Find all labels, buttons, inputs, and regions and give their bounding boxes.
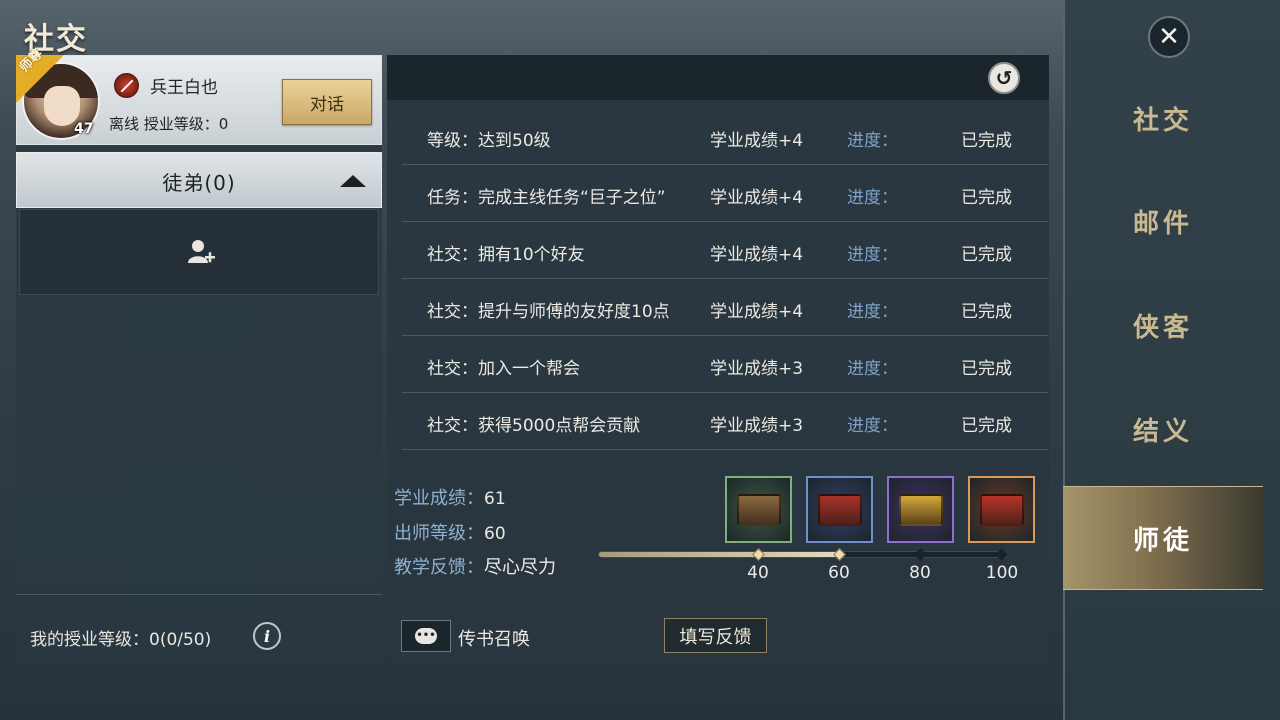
main-header xyxy=(387,55,1049,100)
reward-chest-60[interactable] xyxy=(806,476,873,543)
task-row: 任务：完成主线任务“巨子之位” 学业成绩+4 进度： 已完成 xyxy=(402,165,1048,222)
talk-button[interactable]: 对话 xyxy=(282,79,372,125)
task-list: 等级：达到50级 学业成绩+4 进度： 已完成 任务：完成主线任务“巨子之位” … xyxy=(402,108,1048,450)
disciple-title: 徒弟(0) xyxy=(162,171,236,195)
my-teaching-level: 我的授业等级：0(0/50) xyxy=(30,630,212,650)
chest-icon xyxy=(898,493,943,526)
task-progress-label: 进度： xyxy=(847,359,898,379)
task-reward: 学业成绩+4 xyxy=(710,131,804,151)
graduate-value: 60 xyxy=(484,524,506,544)
task-progress-label: 进度： xyxy=(847,416,898,436)
faction-icon xyxy=(114,73,139,98)
chest-icon xyxy=(979,493,1024,526)
task-reward: 学业成绩+4 xyxy=(710,245,804,265)
close-icon[interactable]: ✕ xyxy=(1148,16,1190,58)
chest-icon xyxy=(736,493,781,526)
reward-chest-80[interactable] xyxy=(887,476,954,543)
back-icon[interactable]: ↺ xyxy=(988,62,1020,94)
task-reward: 学业成绩+3 xyxy=(710,359,804,379)
score-value: 61 xyxy=(484,489,506,509)
nav-tab-mail[interactable]: 邮件 xyxy=(1063,169,1263,273)
task-state: 已完成 xyxy=(961,131,1012,151)
nav-tab-label: 社交 xyxy=(1132,105,1193,136)
summon-button[interactable]: ••• xyxy=(401,620,451,652)
nav-tab-mentorship[interactable]: 师徒 xyxy=(1063,486,1263,590)
master-level: 47 xyxy=(74,121,94,137)
info-icon[interactable]: i xyxy=(253,622,281,650)
task-name: 任务：完成主线任务“巨子之位” xyxy=(427,188,666,208)
progress-tick-label: 40 xyxy=(747,563,769,583)
chest-icon xyxy=(817,493,862,526)
task-name: 等级：达到50级 xyxy=(427,131,551,151)
nav-tab-heroes[interactable]: 侠客 xyxy=(1063,273,1263,377)
chat-bubble-icon: ••• xyxy=(415,628,437,644)
graduate-stat: 出师等级：60 xyxy=(394,519,506,545)
graduate-label: 出师等级： xyxy=(394,523,484,544)
collapse-icon[interactable] xyxy=(340,175,366,187)
progress-fill xyxy=(599,552,844,557)
task-state: 已完成 xyxy=(961,302,1012,322)
task-state: 已完成 xyxy=(961,188,1012,208)
task-progress-label: 进度： xyxy=(847,245,898,265)
master-status: 离线 授业等级：0 xyxy=(109,115,229,133)
reward-chest-100[interactable] xyxy=(968,476,1035,543)
nav-tab-label: 侠客 xyxy=(1132,312,1193,343)
divider xyxy=(16,594,382,595)
write-feedback-button[interactable]: 填写反馈 xyxy=(664,618,767,653)
progress-tick-label: 60 xyxy=(828,563,850,583)
task-row: 社交：加入一个帮会 学业成绩+3 进度： 已完成 xyxy=(402,336,1048,393)
nav-tab-social[interactable]: 社交 xyxy=(1063,66,1263,170)
task-name: 社交：拥有10个好友 xyxy=(427,245,585,265)
progress-tick-label: 80 xyxy=(909,563,931,583)
feedback-label: 教学反馈： xyxy=(394,557,484,578)
task-progress-label: 进度： xyxy=(847,302,898,322)
task-reward: 学业成绩+4 xyxy=(710,188,804,208)
nav-tab-label: 师徒 xyxy=(1132,525,1193,556)
task-name: 社交：提升与师傅的友好度10点 xyxy=(427,302,670,322)
left-panel xyxy=(16,55,382,663)
nav-tab-label: 结义 xyxy=(1132,416,1193,447)
task-reward: 学业成绩+3 xyxy=(710,416,804,436)
progress-tick-label: 100 xyxy=(985,563,1019,583)
task-name: 社交：加入一个帮会 xyxy=(427,359,580,379)
task-row: 社交：提升与师傅的友好度10点 学业成绩+4 进度： 已完成 xyxy=(402,279,1048,336)
reward-chest-40[interactable] xyxy=(725,476,792,543)
task-state: 已完成 xyxy=(961,416,1012,436)
nav-tab-label: 邮件 xyxy=(1132,208,1193,239)
task-row: 社交：拥有10个好友 学业成绩+4 进度： 已完成 xyxy=(402,222,1048,279)
add-user-icon[interactable] xyxy=(186,237,216,267)
feedback-value: 尽心尽力 xyxy=(484,557,556,578)
task-state: 已完成 xyxy=(961,359,1012,379)
task-progress-label: 进度： xyxy=(847,188,898,208)
score-stat: 学业成绩：61 xyxy=(394,484,506,510)
nav-tab-sworn[interactable]: 结义 xyxy=(1063,377,1263,481)
master-name: 兵王白也 xyxy=(150,78,218,98)
task-state: 已完成 xyxy=(961,245,1012,265)
summon-label[interactable]: 传书召唤 xyxy=(458,625,530,651)
task-row: 等级：达到50级 学业成绩+4 进度： 已完成 xyxy=(402,108,1048,165)
task-row: 社交：获得5000点帮会贡献 学业成绩+3 进度： 已完成 xyxy=(402,393,1048,450)
feedback-stat: 教学反馈：尽心尽力 xyxy=(394,553,556,579)
task-name: 社交：获得5000点帮会贡献 xyxy=(427,416,641,436)
score-label: 学业成绩： xyxy=(394,488,484,509)
task-reward: 学业成绩+4 xyxy=(710,302,804,322)
task-progress-label: 进度： xyxy=(847,131,898,151)
